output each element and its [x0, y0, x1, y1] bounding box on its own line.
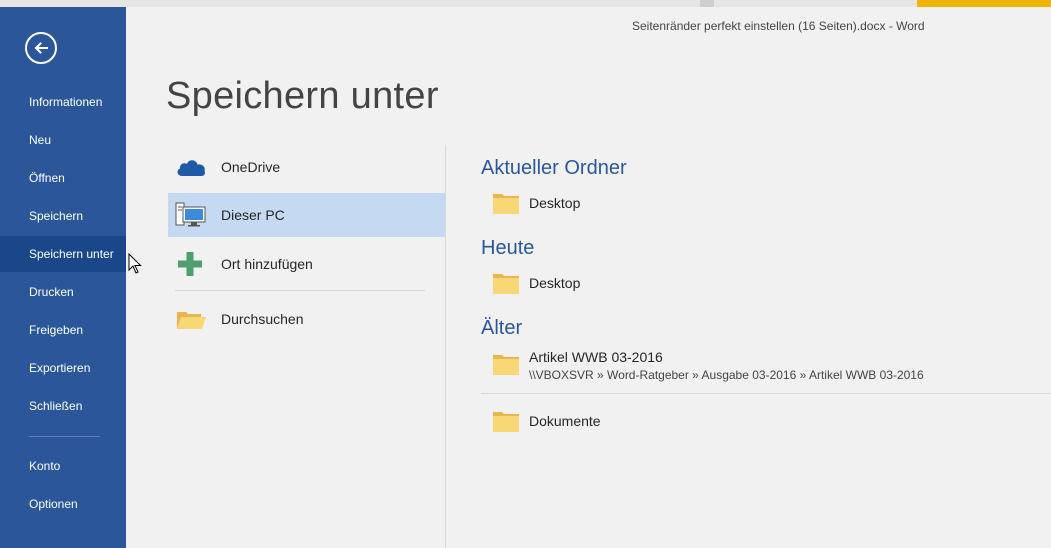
folder-desktop-today[interactable]: Desktop: [481, 270, 1051, 298]
onedrive-cloud-icon: [177, 160, 206, 176]
nav-optionen[interactable]: Optionen: [0, 486, 126, 522]
backstage-sidebar: Informationen Neu Öffnen Speichern Speic…: [0, 7, 126, 548]
place-ort-hinzufuegen[interactable]: Ort hinzufügen: [168, 242, 445, 286]
place-label: OneDrive: [221, 159, 281, 175]
place-label: Durchsuchen: [221, 311, 304, 327]
folder-name: Artikel WWB 03-2016: [529, 349, 663, 365]
nav-schliessen[interactable]: Schließen: [0, 388, 126, 424]
nav-speichern[interactable]: Speichern: [0, 198, 126, 234]
window-accent-strip: [917, 0, 1051, 7]
folder-icon: [493, 412, 519, 432]
nav-speichern-unter[interactable]: Speichern unter: [0, 236, 126, 272]
place-dieser-pc[interactable]: Dieser PC: [168, 193, 445, 237]
section-heading-current: Aktueller Ordner: [481, 157, 627, 179]
place-durchsuchen[interactable]: Durchsuchen: [168, 297, 445, 341]
section-heading-today: Heute: [481, 237, 535, 259]
nav-oeffnen[interactable]: Öffnen: [0, 160, 126, 196]
back-button[interactable]: [25, 32, 57, 64]
nav-informationen[interactable]: Informationen: [0, 84, 126, 120]
place-label: Dieser PC: [221, 207, 285, 223]
place-onedrive[interactable]: OneDrive: [168, 145, 445, 189]
nav-konto[interactable]: Konto: [0, 448, 126, 484]
back-arrow-icon: [34, 42, 48, 54]
nav-neu[interactable]: Neu: [0, 122, 126, 158]
folder-icon: [493, 355, 519, 375]
nav-exportieren[interactable]: Exportieren: [0, 350, 126, 386]
nav-drucken[interactable]: Drucken: [0, 274, 126, 310]
plus-icon: [178, 252, 202, 276]
places-divider: [175, 290, 425, 291]
folder-name: Dokumente: [529, 413, 601, 429]
folder-artikel-wwb[interactable]: Artikel WWB 03-2016 \\VBOXSVR » Word-Rat…: [481, 348, 1051, 384]
folder-name: Desktop: [529, 275, 581, 291]
folder-dokumente[interactable]: Dokumente: [481, 408, 1051, 436]
folder-desktop-current[interactable]: Desktop: [481, 190, 1051, 218]
open-folder-icon: [177, 312, 206, 329]
ribbon-gap: [700, 0, 714, 7]
window-top-strip: [0, 0, 1051, 7]
folder-icon: [493, 194, 519, 214]
section-heading-older: Älter: [481, 317, 523, 339]
folder-divider: [481, 393, 1051, 394]
folder-name: Desktop: [529, 195, 581, 211]
place-label: Ort hinzufügen: [221, 256, 313, 272]
folder-icon: [493, 274, 519, 294]
page-title: Speichern unter: [166, 75, 439, 117]
sidebar-divider: [29, 436, 100, 437]
panel-divider: [445, 145, 446, 548]
mouse-cursor-icon: [128, 253, 142, 274]
folder-path: \\VBOXSVR » Word-Ratgeber » Ausgabe 03-2…: [529, 368, 924, 382]
nav-freigeben[interactable]: Freigeben: [0, 312, 126, 348]
computer-icon: [175, 202, 206, 227]
window-title: Seitenränder perfekt einstellen (16 Seit…: [632, 19, 925, 33]
